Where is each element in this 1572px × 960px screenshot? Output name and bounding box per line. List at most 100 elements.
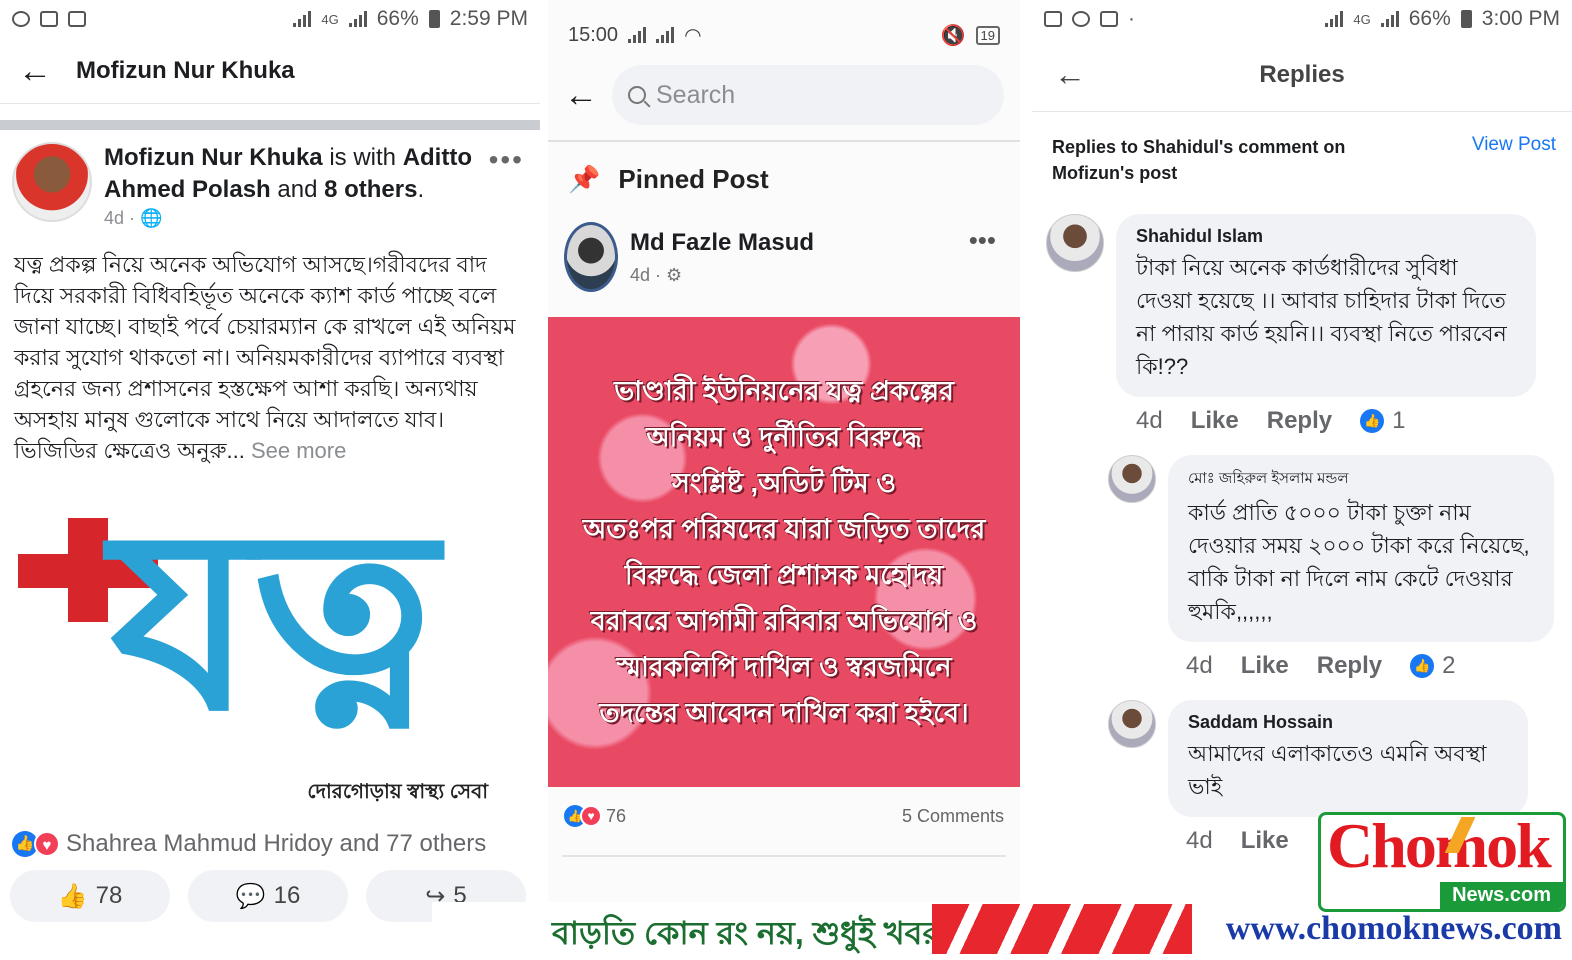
back-arrow-icon[interactable]: ← xyxy=(18,54,52,88)
photo-icon xyxy=(40,11,58,27)
search-row: ← Search xyxy=(548,64,1020,126)
search-input[interactable]: Search xyxy=(612,65,1004,125)
activity-icon xyxy=(68,11,86,27)
header: ← Mofizun Nur Khuka xyxy=(0,38,540,104)
like-link[interactable]: Like xyxy=(1241,652,1289,680)
post-time: 4d xyxy=(104,208,125,228)
post-meta: 4d · 🌐 xyxy=(104,208,163,228)
back-arrow-icon[interactable]: ← xyxy=(1054,56,1086,93)
reaction-count[interactable]: 👍 2 xyxy=(1410,652,1455,680)
reply-link[interactable]: Reply xyxy=(1317,652,1382,680)
gear-icon: ⚙ xyxy=(666,264,683,285)
like-count: 78 xyxy=(95,882,123,909)
logo-news: News.com xyxy=(1440,882,1563,909)
signal-icon xyxy=(628,27,647,43)
commenter-name[interactable]: মোঃ জহিরুল ইসলাম মন্ডল xyxy=(1188,467,1534,492)
battery-level: 19 xyxy=(975,25,1000,45)
avatar[interactable] xyxy=(1046,214,1104,272)
like-link[interactable]: Like xyxy=(1191,407,1239,435)
signal-icon xyxy=(293,11,312,27)
like-button[interactable]: 👍 78 xyxy=(10,870,170,922)
comment-bubble[interactable]: মোঃ জহিরুল ইসলাম মন্ডল কার্ড প্রাতি ৫০০০… xyxy=(1168,455,1554,642)
battery-icon xyxy=(428,10,440,28)
poster-line: ভাণ্ডারী ইউনিয়নের যত্ন প্রকল্পের xyxy=(614,376,954,406)
poster-line: অতঃপর পরিষদের যারা জড়িত তাদের xyxy=(582,514,986,544)
avatar[interactable] xyxy=(1108,455,1156,503)
pinned-header: 📌 Pinned Post xyxy=(548,142,1020,217)
avatar[interactable] xyxy=(1108,700,1156,748)
network-label: 4G xyxy=(321,11,339,27)
watermark-url: www.chomoknews.com xyxy=(1225,910,1562,947)
like-reaction-icon: 👍 xyxy=(1410,654,1435,678)
others-link[interactable]: 8 others xyxy=(324,176,417,203)
pin-icon: 📌 xyxy=(568,164,601,194)
panel-pinned-post: 15:00 ◠ 🔇 19 ← Search 📌 Pinned Post Md F… xyxy=(548,0,1020,960)
avatar[interactable] xyxy=(564,222,618,292)
page-title: Mofizun Nur Khuka xyxy=(76,56,295,84)
divider xyxy=(562,855,1006,857)
comment-time: 4d xyxy=(1136,407,1163,434)
messenger-icon xyxy=(1072,11,1090,27)
like-link[interactable]: Like xyxy=(1241,827,1289,855)
comment-text: আমাদের এলাকাতেও এমনি অবস্থা ভাই xyxy=(1188,741,1487,799)
globe-icon: 🌐 xyxy=(140,208,163,228)
reactions-summary[interactable]: 👍 ♥ 76 xyxy=(564,805,626,827)
battery-percent: 66% xyxy=(376,7,419,30)
comment-bubble[interactable]: Shahidul Islam টাকা নিয়ে অনেক কার্ডধারী… xyxy=(1116,214,1536,397)
view-post-link[interactable]: View Post xyxy=(1472,134,1556,186)
with-text: is with xyxy=(329,144,397,171)
comments-count[interactable]: 5 Comments xyxy=(902,806,1004,827)
watermark-tagline: বাড়তি কোন রং নয়, শুধুই খবর xyxy=(552,915,941,951)
back-arrow-icon[interactable]: ← xyxy=(564,78,598,112)
post-image[interactable]: যত্ন দোরগোড়ায় স্বাস্থ্য সেবা xyxy=(0,486,540,816)
page-title: Replies xyxy=(1259,60,1345,88)
avatar[interactable] xyxy=(12,142,92,222)
see-more-link[interactable]: See more xyxy=(251,438,346,463)
comment-time: 4d xyxy=(1186,652,1213,679)
wifi-icon: ◠ xyxy=(684,24,702,47)
replies-context: Replies to Shahidul's comment on Mofizun… xyxy=(1032,112,1572,186)
post-meta: 4d · ⚙ xyxy=(630,264,683,285)
logo-text: যত্ন xyxy=(110,475,438,766)
like-reaction-icon: 👍 xyxy=(1360,409,1385,433)
more-options-icon[interactable]: ••• xyxy=(489,144,524,176)
comment-button[interactable]: 💬 16 xyxy=(188,870,348,922)
comment-time: 4d xyxy=(1186,827,1213,854)
commenter-name[interactable]: Saddam Hossain xyxy=(1188,712,1508,733)
commenter-name[interactable]: Shahidul Islam xyxy=(1136,226,1516,247)
battery-percent: 66% xyxy=(1408,7,1451,30)
comment-text: টাকা নিয়ে অনেক কার্ডধারীদের সুবিধা দেওয… xyxy=(1136,255,1507,379)
reactions-text: Shahrea Mahmud Hridoy and 77 others xyxy=(66,830,487,857)
clock: 15:00 xyxy=(568,23,619,46)
post-image[interactable]: ভাণ্ডারী ইউনিয়নের যত্ন প্রকল্পের অনিয়ম… xyxy=(548,317,1020,787)
post-authors: Mofizun Nur Khuka is with Aditto Ahmed P… xyxy=(104,144,472,203)
status-bar: 15:00 ◠ 🔇 19 xyxy=(548,0,1020,70)
comment-text: কার্ড প্রাতি ৫০০০ টাকা চুক্তা নাম দেওয়া… xyxy=(1188,500,1530,624)
status-bar: 4G 66% 2:59 PM xyxy=(0,0,540,38)
reply-link[interactable]: Reply xyxy=(1267,407,1332,435)
messenger-icon xyxy=(12,11,30,27)
post-header: Mofizun Nur Khuka is with Aditto Ahmed P… xyxy=(0,130,540,229)
reactions-summary[interactable]: 👍 ♥ Shahrea Mahmud Hridoy and 77 others xyxy=(0,816,540,858)
more-options-icon[interactable]: ••• xyxy=(969,225,996,256)
reactions-count: 76 xyxy=(606,805,627,826)
app-icon xyxy=(1100,11,1118,27)
poster-line: অনিয়ম ও দুর্নীতির বিরুদ্ধে xyxy=(646,422,922,452)
author-name[interactable]: Mofizun Nur Khuka xyxy=(104,144,323,171)
comment-count: 16 xyxy=(273,882,301,909)
author-name[interactable]: Md Fazle Masud xyxy=(630,229,814,257)
poster-line: বরাবরে আগামী রবিবার অভিযোগ ও xyxy=(590,606,978,636)
mute-icon: 🔇 xyxy=(940,24,966,47)
poster-line: তদন্তের আবেদন দাখিল করা হইবে। xyxy=(599,698,969,728)
post-time: 4d xyxy=(630,264,651,285)
signal-icon-2 xyxy=(656,27,675,43)
network-label: 4G xyxy=(1353,11,1371,27)
reaction-number: 2 xyxy=(1442,652,1456,679)
dot-icon: · xyxy=(1128,7,1135,30)
comment-bubble[interactable]: Saddam Hossain আমাদের এলাকাতেও এমনি অবস্… xyxy=(1168,700,1528,817)
decorative-stripes xyxy=(932,904,1192,954)
section-divider xyxy=(0,120,540,130)
reaction-count[interactable]: 👍 1 xyxy=(1360,407,1405,435)
love-reaction-icon: ♥ xyxy=(580,805,602,827)
logo-tagline: দোরগোড়ায় স্বাস্থ্য সেবা xyxy=(307,781,488,803)
